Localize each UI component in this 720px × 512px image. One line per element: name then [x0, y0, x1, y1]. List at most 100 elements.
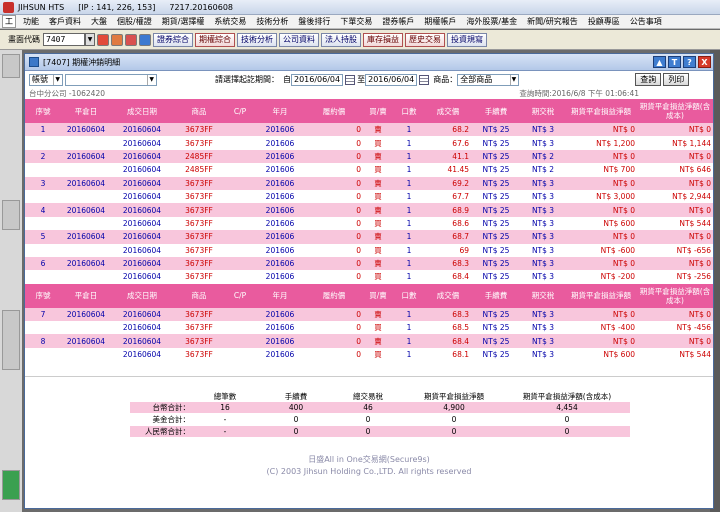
toolbar-button[interactable]: 歷史交易	[405, 32, 445, 47]
column-header[interactable]: 序號	[25, 99, 61, 123]
column-header[interactable]: 成交日期	[111, 283, 173, 308]
menu-item[interactable]: 證券帳戶	[377, 16, 419, 27]
column-header[interactable]: 買/賣	[363, 283, 393, 308]
account-type-select[interactable]: 帳號 ▼	[29, 73, 63, 86]
column-header[interactable]: 商品	[173, 283, 225, 308]
toolbar-button[interactable]: 投資規寫	[447, 32, 487, 47]
summary-cell: 0	[564, 415, 570, 424]
column-header[interactable]: 手續費	[471, 283, 521, 308]
table-row[interactable]: 20160604 3673FF 201606 0 買 1 68.4 NT$ 25 NT$ 3 NT…	[25, 270, 713, 284]
menu-item[interactable]: 新聞/研究報告	[522, 16, 583, 27]
table-row[interactable]: 20160604 3673FF 201606 0 買 1 68.1 NT$ 25 NT$ 3 NT…	[25, 347, 713, 362]
column-header[interactable]: 手續費	[471, 99, 521, 123]
screen-code-input[interactable]	[43, 33, 85, 46]
toolbar-button[interactable]: 法人持股	[321, 32, 361, 47]
menu-item[interactable]: 系統交易	[209, 16, 251, 27]
table-row[interactable]: 20160604 3673FF 201606 0 買 1 69 NT$ 25 NT$ 3 NT$ …	[25, 243, 713, 257]
column-header[interactable]: 成交日期	[111, 99, 173, 123]
start-date-input[interactable]: 2016/06/04	[291, 73, 344, 86]
left-panel-strip	[0, 50, 22, 512]
table-cell: 賣	[363, 230, 393, 244]
side-tab[interactable]	[2, 200, 20, 230]
toolbar-button[interactable]: 技術分析	[237, 32, 277, 47]
calendar-icon[interactable]	[345, 74, 356, 85]
table-row[interactable]: 1 20160604 20160604 3673FF 201606 0 賣 1 68.2 NT$ …	[25, 123, 713, 137]
column-header[interactable]: 序號	[25, 283, 61, 308]
column-header[interactable]: 商品	[173, 99, 225, 123]
column-header[interactable]: 履約價	[305, 99, 363, 123]
column-header[interactable]: 成交價	[425, 283, 471, 308]
column-header[interactable]: 口數	[393, 99, 425, 123]
table-cell: NT$ 600	[565, 216, 637, 231]
side-tab[interactable]	[2, 310, 20, 370]
help-icon[interactable]: ?	[683, 56, 696, 68]
print-button[interactable]: 列印	[663, 73, 690, 86]
column-header[interactable]: 買/賣	[363, 99, 393, 123]
table-row[interactable]: 20160604 3673FF 201606 0 買 1 68.6 NT$ 25 NT$ 3 NT…	[25, 216, 713, 231]
column-header[interactable]: 期交稅	[521, 283, 565, 308]
toolbar-button[interactable]: 證券綜合	[153, 32, 193, 47]
column-header[interactable]: 年月	[255, 283, 305, 308]
toolbar-button[interactable]: 庫存損益	[363, 32, 403, 47]
table-row[interactable]: 5 20160604 20160604 3673FF 201606 0 賣 1 68.7 NT$ …	[25, 230, 713, 244]
table-row[interactable]: 20160604 3673FF 201606 0 買 1 67.7 NT$ 25 NT$ 3 NT…	[25, 189, 713, 204]
column-header[interactable]: C/P	[225, 283, 255, 308]
query-button[interactable]: 查詢	[635, 73, 662, 86]
menu-item[interactable]: 功能	[18, 16, 44, 27]
table-cell: 0	[305, 270, 363, 284]
side-tab[interactable]	[2, 470, 20, 500]
product-select[interactable]: 全部商品 ▼	[457, 73, 520, 86]
column-header[interactable]: 期貨平倉損益淨額(含成本)	[637, 99, 713, 123]
column-header[interactable]: 履約價	[305, 283, 363, 308]
column-header[interactable]: 平倉日	[61, 283, 111, 308]
menu-item[interactable]: 盤後排行	[293, 16, 335, 27]
column-header[interactable]: 期貨平倉損益淨額	[565, 99, 637, 123]
table-row[interactable]: 2 20160604 20160604 2485FF 201606 0 賣 1 41.1 NT$ …	[25, 149, 713, 164]
column-header[interactable]: 年月	[255, 99, 305, 123]
table-row[interactable]: 8 20160604 20160604 3673FF 201606 0 賣 1 68.4 NT$ …	[25, 334, 713, 348]
table-cell: NT$ 3	[521, 216, 565, 231]
menu-item[interactable]: 海外股票/基金	[461, 16, 522, 27]
table-body: 序號 平倉日 成交日期 商品 C/P 年月 履約價 買/賣 口數 成交價 手續費 期交稅 期貨平倉損益淨…	[25, 283, 713, 362]
toolbar-button[interactable]: 公司資料	[279, 32, 319, 47]
text-size-icon[interactable]: T	[668, 56, 681, 68]
table-row[interactable]: 20160604 2485FF 201606 0 買 1 41.45 NT$ 25 NT$ 2N…	[25, 163, 713, 177]
table-row[interactable]: 6 20160604 20160604 3673FF 201606 0 賣 1 68.3 NT$ …	[25, 256, 713, 271]
system-menu-icon[interactable]: 工	[2, 15, 16, 28]
calendar-icon[interactable]	[419, 74, 430, 85]
end-date-input[interactable]: 2016/06/04	[365, 73, 418, 86]
table-row[interactable]: 20160604 3673FF 201606 0 買 1 67.6 NT$ 25 NT$ 3 NT…	[25, 136, 713, 150]
tool-icon[interactable]	[139, 33, 151, 46]
tool-icon[interactable]	[125, 33, 137, 46]
menu-item[interactable]: 大盤	[86, 16, 112, 27]
column-header[interactable]: 成交價	[425, 99, 471, 123]
account-select[interactable]: ▼	[65, 73, 157, 86]
tool-icon[interactable]	[111, 33, 123, 46]
pin-icon[interactable]: ▲	[653, 56, 666, 68]
column-header[interactable]: 期貨平倉損益淨額	[565, 283, 637, 308]
close-icon[interactable]: X	[698, 56, 711, 68]
menu-item[interactable]: 技術分析	[251, 16, 293, 27]
period-label: 請選擇起訖期間：	[215, 75, 279, 84]
menu-item[interactable]: 投顧專區	[583, 16, 625, 27]
toolbar-button[interactable]: 期權綜合	[195, 32, 235, 47]
menu-item[interactable]: 下單交易	[335, 16, 377, 27]
stop-icon[interactable]	[97, 33, 109, 46]
column-header[interactable]: C/P	[225, 99, 255, 123]
side-tab[interactable]	[2, 54, 20, 78]
column-header[interactable]: 期交稅	[521, 99, 565, 123]
table-row[interactable]: 20160604 3673FF 201606 0 買 1 68.5 NT$ 25 NT$ 3 NT…	[25, 321, 713, 335]
table-row[interactable]: 3 20160604 20160604 3673FF 201606 0 賣 1 69.2 NT$ …	[25, 176, 713, 190]
table-row[interactable]: 4 20160604 20160604 3673FF 201606 0 賣 1 68.9 NT$ …	[25, 203, 713, 217]
table-row[interactable]: 7 20160604 20160604 3673FF 201606 0 賣 1 68.3 NT$ …	[25, 307, 713, 322]
column-header[interactable]: 口數	[393, 283, 425, 308]
table-cell: NT$ 25	[471, 256, 521, 271]
menu-item[interactable]: 期貨/選擇權	[157, 16, 210, 27]
column-header[interactable]: 平倉日	[61, 99, 111, 123]
menu-item[interactable]: 期權帳戶	[419, 16, 461, 27]
menu-item[interactable]: 公告事項	[625, 16, 667, 27]
code-dropdown-icon[interactable]: ▼	[85, 33, 95, 46]
menu-item[interactable]: 個股/權證	[112, 16, 157, 27]
column-header[interactable]: 期貨平倉損益淨額(含成本)	[637, 283, 713, 308]
menu-item[interactable]: 客戶資料	[44, 16, 86, 27]
